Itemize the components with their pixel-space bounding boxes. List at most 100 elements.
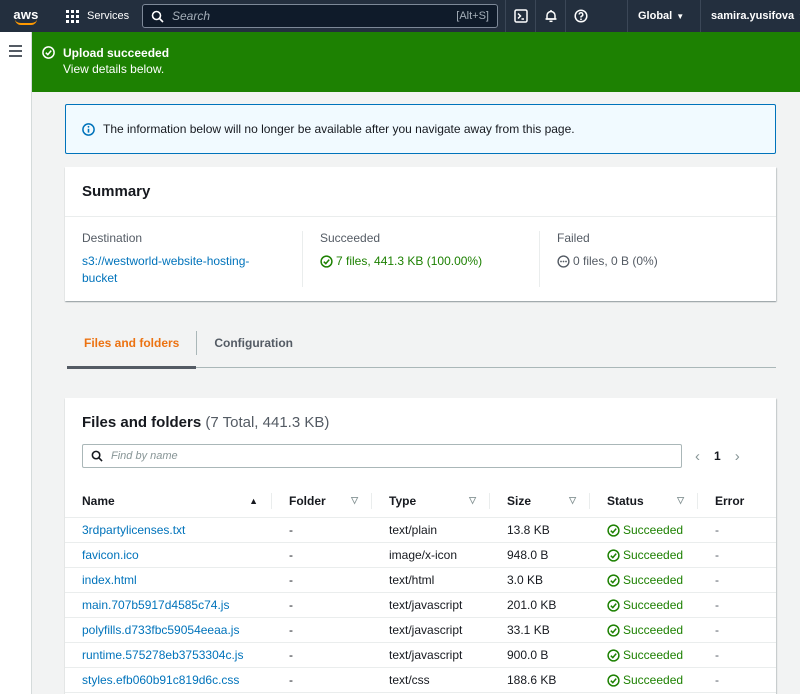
global-search-input[interactable]: Search [Alt+S] xyxy=(142,4,498,28)
file-name-link[interactable]: polyfills.d733fbc59054eeaa.js xyxy=(65,623,272,637)
check-circle-icon xyxy=(607,523,620,537)
find-by-name-input[interactable]: Find by name xyxy=(82,444,682,468)
file-name-link[interactable]: 3rdpartylicenses.txt xyxy=(65,523,272,537)
table-row: main.707b5917d4585c74.js - text/javascri… xyxy=(65,593,776,618)
notifications-button[interactable] xyxy=(535,0,565,32)
column-header-name[interactable]: Name ▲ xyxy=(65,484,272,518)
folder-cell: - xyxy=(289,573,293,587)
next-page-icon[interactable]: › xyxy=(735,448,740,465)
table-row: 3rdpartylicenses.txt - text/plain 13.8 K… xyxy=(65,518,776,543)
sort-icon: ▽ xyxy=(569,495,576,505)
sort-ascending-icon: ▲ xyxy=(249,495,258,506)
status-text: Succeeded xyxy=(623,548,684,562)
table-row: favicon.ico - image/x-icon 948.0 B Succe… xyxy=(65,543,776,568)
error-cell: - xyxy=(715,673,719,687)
file-name-link[interactable]: index.html xyxy=(65,573,272,587)
table-row: index.html - text/html 3.0 KB Succeeded … xyxy=(65,568,776,593)
find-placeholder: Find by name xyxy=(111,450,178,462)
status-text: Succeeded xyxy=(623,673,684,687)
error-cell: - xyxy=(715,648,719,662)
check-circle-icon xyxy=(607,648,620,662)
summary-title: Summary xyxy=(65,167,776,217)
file-name-link[interactable]: favicon.ico xyxy=(65,548,272,562)
status-text: Succeeded xyxy=(623,648,684,662)
size-cell: 948.0 B xyxy=(507,548,549,562)
file-name-link[interactable]: main.707b5917d4585c74.js xyxy=(65,598,272,612)
region-selector[interactable]: Global ▼ xyxy=(627,0,694,32)
services-menu-button[interactable]: Services xyxy=(52,0,139,32)
type-cell: text/plain xyxy=(389,523,438,537)
status-pending-icon xyxy=(557,255,570,268)
file-name-link[interactable]: styles.efb060b91c819d6c.css xyxy=(65,673,272,687)
info-icon xyxy=(82,122,95,136)
status-cell: Succeeded xyxy=(590,548,698,562)
folder-cell: - xyxy=(289,523,293,537)
check-circle-icon xyxy=(320,255,333,268)
tab-files-and-folders[interactable]: Files and folders xyxy=(67,318,197,369)
page-number[interactable]: 1 xyxy=(714,449,721,463)
size-cell: 201.0 KB xyxy=(507,598,557,612)
type-cell: text/css xyxy=(389,673,430,687)
services-label: Services xyxy=(87,10,130,22)
info-text: The information below will no longer be … xyxy=(103,122,575,136)
sort-icon: ▽ xyxy=(469,495,476,505)
hamburger-menu-icon[interactable] xyxy=(9,45,22,60)
status-cell: Succeeded xyxy=(590,573,698,587)
file-name-link[interactable]: runtime.575278eb3753304c.js xyxy=(65,648,272,662)
size-cell: 3.0 KB xyxy=(507,573,544,587)
check-circle-icon xyxy=(607,573,620,587)
help-button[interactable] xyxy=(565,0,595,32)
destination-link[interactable]: s3://westworld-website-hosting- bucket xyxy=(82,253,302,287)
grid-icon xyxy=(66,9,79,23)
type-cell: text/html xyxy=(389,573,435,587)
size-cell: 188.6 KB xyxy=(507,673,557,687)
column-header-type[interactable]: Type ▽ xyxy=(372,484,490,518)
nav-icon-group xyxy=(505,0,595,32)
search-icon xyxy=(151,10,164,23)
column-header-status[interactable]: Status ▽ xyxy=(590,484,698,518)
column-header-folder[interactable]: Folder ▽ xyxy=(272,484,372,518)
type-cell: text/javascript xyxy=(389,648,463,662)
account-menu[interactable]: samira.yusifova ▼ xyxy=(700,0,800,32)
tab-bar: Files and folders Configuration xyxy=(67,318,776,369)
column-header-error[interactable]: Error xyxy=(698,484,776,518)
destination-label: Destination xyxy=(82,231,143,245)
folder-cell: - xyxy=(289,648,293,662)
table-header: Name ▲ Folder ▽ Type ▽ Size ▽ Status ▽ E… xyxy=(65,484,776,518)
info-alert: The information below will no longer be … xyxy=(65,104,776,154)
table-row: polyfills.d733fbc59054eeaa.js - text/jav… xyxy=(65,618,776,643)
error-cell: - xyxy=(715,548,719,562)
account-name: samira.yusifova xyxy=(711,10,795,22)
column-label: Status xyxy=(607,493,644,508)
summary-panel: Summary Destination s3://westworld-websi… xyxy=(65,167,776,301)
check-circle-icon xyxy=(42,46,55,92)
succeeded-column: Succeeded 7 files, 441.3 KB (100.00%) xyxy=(302,231,539,287)
error-cell: - xyxy=(715,623,719,637)
previous-page-icon[interactable]: ‹ xyxy=(695,448,700,465)
success-flashbar: Upload succeeded View details below. xyxy=(32,32,800,92)
succeeded-label: Succeeded xyxy=(320,231,381,245)
check-circle-icon xyxy=(607,623,620,637)
aws-logo[interactable]: aws xyxy=(0,0,52,32)
sort-icon: ▽ xyxy=(677,495,684,505)
search-placeholder: Search xyxy=(172,9,211,23)
sort-icon: ▽ xyxy=(351,495,358,505)
files-count: (7 Total, 441.3 KB) xyxy=(205,414,330,431)
table-row: styles.efb060b91c819d6c.css - text/css 1… xyxy=(65,668,776,693)
caret-down-icon: ▼ xyxy=(676,11,685,21)
column-label: Size xyxy=(507,493,532,508)
error-cell: - xyxy=(715,598,719,612)
main-content: The information below will no longer be … xyxy=(32,92,800,694)
cloudshell-button[interactable] xyxy=(505,0,535,32)
column-header-size[interactable]: Size ▽ xyxy=(490,484,590,518)
status-text: Succeeded xyxy=(623,598,684,612)
tab-configuration[interactable]: Configuration xyxy=(197,318,310,368)
help-icon xyxy=(573,9,588,23)
search-shortcut: [Alt+S] xyxy=(456,10,489,22)
column-label: Name xyxy=(82,493,115,508)
check-circle-icon xyxy=(607,548,620,562)
destination-column: Destination s3://westworld-website-hosti… xyxy=(65,231,302,287)
failed-value: 0 files, 0 B (0%) xyxy=(573,254,658,268)
failed-column: Failed 0 files, 0 B (0%) xyxy=(539,231,776,287)
table-body: 3rdpartylicenses.txt - text/plain 13.8 K… xyxy=(65,518,776,693)
